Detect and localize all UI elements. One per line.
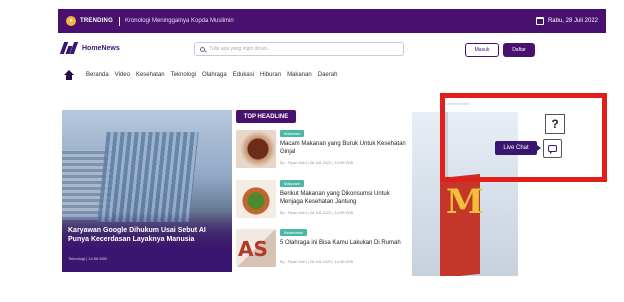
main-nav: Beranda Video Kesehatan Teknologi Olahra… bbox=[64, 70, 337, 80]
ad-logo-graphic: M bbox=[446, 182, 484, 222]
top-headline-label: TOP HEADLINE bbox=[236, 110, 296, 123]
headline-meta: By : Ryan Kahl | 28 Juli 2022 | 14:58 WI… bbox=[280, 259, 354, 264]
trending-label: TRENDING bbox=[80, 18, 113, 24]
trending-bar: ● TRENDING Kronologi Meninggalnya Kopda … bbox=[58, 9, 606, 33]
thumbnail-graphic: AS bbox=[238, 237, 268, 261]
nav-item-makanan[interactable]: Makanan bbox=[287, 72, 312, 78]
chat-bubble-icon bbox=[548, 145, 557, 154]
highlight-box bbox=[440, 93, 607, 182]
headline-meta: By : Ryan Kahl | 28 Juli 2022 | 14:58 WI… bbox=[280, 160, 354, 165]
nav-item-edukasi[interactable]: Edukasi bbox=[233, 72, 254, 78]
register-button[interactable]: Daftar bbox=[503, 43, 535, 57]
fire-icon: ● bbox=[66, 16, 76, 26]
help-button[interactable]: ? bbox=[545, 114, 565, 134]
headline-thumbnail[interactable] bbox=[236, 130, 276, 168]
nav-item-daerah[interactable]: Daerah bbox=[318, 72, 338, 78]
headline-title[interactable]: Macam Makanan yang Buruk Untuk Kesehatan… bbox=[280, 140, 408, 156]
category-tag[interactable]: Kesehatan bbox=[280, 229, 308, 236]
category-tag[interactable]: Makanan bbox=[280, 130, 305, 137]
current-date: Rabu, 28 Juli 2022 bbox=[535, 17, 598, 25]
search-icon bbox=[200, 46, 205, 52]
headline-item[interactable]: AS Kesehatan 5 Olahraga ini Bisa Kamu La… bbox=[236, 229, 406, 273]
nav-item-kesehatan[interactable]: Kesehatan bbox=[136, 72, 165, 78]
hero-image-building bbox=[97, 132, 199, 222]
home-icon[interactable] bbox=[64, 70, 74, 80]
nav-item-beranda[interactable]: Beranda bbox=[86, 72, 109, 78]
search-placeholder: Tulis apa yang ingin dicari... bbox=[209, 46, 271, 52]
headline-title[interactable]: Berikut Makanan yang Dikonsumsi Untuk Me… bbox=[280, 190, 408, 206]
trending-headline-link[interactable]: Kronologi Meninggalnya Kopda Muslimin bbox=[125, 18, 234, 24]
site-logo[interactable]: HomeNews bbox=[59, 42, 120, 54]
calendar-icon bbox=[535, 17, 544, 25]
headline-item[interactable]: Makanan Macam Makanan yang Buruk Untuk K… bbox=[236, 130, 406, 174]
headline-meta: By : Ryan Kahl | 28 Juli 2022 | 14:58 WI… bbox=[280, 210, 354, 215]
headline-thumbnail[interactable]: AS bbox=[236, 229, 276, 267]
nav-item-teknologi[interactable]: Teknologi bbox=[171, 72, 196, 78]
logo-mark-icon bbox=[59, 42, 79, 54]
live-chat-button[interactable] bbox=[543, 139, 562, 158]
hero-article[interactable]: Karyawan Google Dihukum Usai Sebut AI Pu… bbox=[62, 110, 232, 272]
date-text: Rabu, 28 Juli 2022 bbox=[547, 18, 598, 24]
nav-item-hiburan[interactable]: Hiburan bbox=[260, 72, 281, 78]
trending-divider bbox=[118, 16, 120, 26]
hero-title[interactable]: Karyawan Google Dihukum Usai Sebut AI Pu… bbox=[68, 226, 228, 244]
hero-meta: Teknologi | 14:58 WIB bbox=[68, 256, 107, 261]
search-input[interactable]: Tulis apa yang ingin dicari... bbox=[194, 42, 404, 56]
nav-item-olahraga[interactable]: Olahraga bbox=[202, 72, 227, 78]
headline-title[interactable]: 5 Olahraga ini Bisa Kamu Lakukan Di Ruma… bbox=[280, 239, 408, 247]
nav-item-video[interactable]: Video bbox=[115, 72, 130, 78]
live-chat-tooltip: Live Chat bbox=[495, 141, 541, 155]
category-tag[interactable]: Makanan bbox=[280, 180, 305, 187]
headline-item[interactable]: Makanan Berikut Makanan yang Dikonsumsi … bbox=[236, 180, 406, 224]
login-button[interactable]: Masuk bbox=[465, 43, 499, 57]
logo-text: HomeNews bbox=[82, 44, 120, 52]
headline-thumbnail[interactable] bbox=[236, 180, 276, 218]
